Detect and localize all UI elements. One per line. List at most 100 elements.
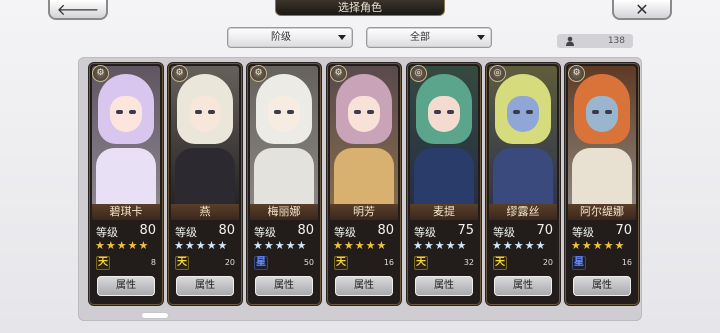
roster-counter: 138 [557,34,633,48]
star-rating: ★★★★★ [413,239,468,252]
rank-row: 天 20 [173,256,237,270]
shard-count: 50 [303,258,314,267]
portrait-eye [605,110,612,114]
portrait-body [96,148,156,204]
person-icon [566,36,574,46]
shard-count: 20 [224,258,235,267]
back-arrow-icon: 🡐 [56,0,100,19]
character-name: 明芳 [330,204,398,220]
character-name: 阿尔缇娜 [568,204,636,220]
portrait-eye [208,110,215,114]
portrait-body [572,148,632,204]
portrait-eye [195,110,202,114]
portrait-eye [274,110,281,114]
portrait-eye [592,110,599,114]
class-type-icon: ⚙ [330,65,347,82]
portrait-face [428,96,460,132]
portrait-face [586,96,618,132]
attributes-button[interactable]: 属性 [335,276,393,296]
attributes-button[interactable]: 属性 [415,276,473,296]
portrait-eye [287,110,294,114]
portrait-body [175,148,235,204]
portrait-eye [116,110,123,114]
attributes-button[interactable]: 属性 [255,276,313,296]
category-filter-label: 全部 [410,32,430,43]
character-card[interactable]: ◎ 麦提 等级 75 ★★★★★ 天 32 属性 [408,64,480,304]
chevron-down-icon [477,35,485,40]
shard-count: 16 [621,258,632,267]
level-row: 等级 80 [94,223,158,239]
class-type-icon: ⚙ [250,65,267,82]
star-rating: ★★★★★ [492,239,547,252]
rank-badge-icon: 天 [175,256,189,270]
page-title: 选择角色 [275,0,445,16]
star-rating: ★★★★★ [95,239,150,252]
character-name: 缪露丝 [489,204,557,220]
rank-badge-icon: 星 [572,256,586,270]
level-row: 等级 70 [570,223,634,239]
portrait-eye [434,110,441,114]
star-rating: ★★★★★ [253,239,308,252]
roster-count: 138 [607,36,625,46]
level-label: 等级 [572,226,594,239]
character-list: ⚙ 碧琪卡 等级 80 ★★★★★ 天 8 属性 ⚙ 燕 等级 80 ★★★★★… [90,64,650,312]
character-card[interactable]: ⚙ 碧琪卡 等级 80 ★★★★★ 天 8 属性 [90,64,162,304]
portrait-face [507,96,539,132]
rank-row: 天 20 [491,256,555,270]
level-value: 75 [457,223,474,238]
attributes-button[interactable]: 属性 [494,276,552,296]
character-card[interactable]: ⚙ 梅丽娜 等级 80 ★★★★★ 星 50 属性 [248,64,320,304]
rank-row: 天 8 [94,256,158,270]
portrait-body [414,148,474,204]
close-button[interactable]: ✕ [612,0,672,20]
rank-filter-label: 阶级 [271,32,291,43]
character-card[interactable]: ⚙ 阿尔缇娜 等级 70 ★★★★★ 星 16 属性 [566,64,638,304]
star-rating: ★★★★★ [333,239,388,252]
back-button[interactable]: 🡐 [48,0,108,20]
character-portrait [410,66,478,204]
rank-badge-icon: 天 [414,256,428,270]
portrait-eye [447,110,454,114]
attributes-button[interactable]: 属性 [97,276,155,296]
character-name: 梅丽娜 [250,204,318,220]
attributes-button[interactable]: 属性 [573,276,631,296]
rank-row: 天 16 [332,256,396,270]
rank-row: 星 50 [252,256,316,270]
portrait-body [493,148,553,204]
scroll-indicator[interactable] [142,313,168,318]
portrait-body [254,148,314,204]
character-name: 麦提 [410,204,478,220]
character-name: 燕 [171,204,239,220]
portrait-eye [367,110,374,114]
rank-badge-icon: 天 [96,256,110,270]
top-bar: 🡐 选择角色 ✕ [0,0,720,20]
portrait-eye [513,110,520,114]
attributes-button[interactable]: 属性 [176,276,234,296]
portrait-face [348,96,380,132]
level-value: 80 [297,223,314,238]
star-rating: ★★★★★ [174,239,229,252]
portrait-face [268,96,300,132]
character-card[interactable]: ⚙ 燕 等级 80 ★★★★★ 天 20 属性 [169,64,241,304]
category-filter-dropdown[interactable]: 全部 [366,27,492,48]
portrait-face [110,96,142,132]
class-type-icon: ◎ [410,65,427,82]
class-type-icon: ⚙ [568,65,585,82]
portrait-eye [526,110,533,114]
level-label: 等级 [175,226,197,239]
character-card[interactable]: ⚙ 明芳 等级 80 ★★★★★ 天 16 属性 [328,64,400,304]
character-card[interactable]: ◎ 缪露丝 等级 70 ★★★★★ 天 20 属性 [487,64,559,304]
rank-row: 天 32 [412,256,476,270]
level-row: 等级 80 [252,223,316,239]
shard-count: 16 [383,258,394,267]
rank-badge-icon: 星 [254,256,268,270]
rank-filter-dropdown[interactable]: 阶级 [227,27,353,48]
portrait-face [189,96,221,132]
chevron-down-icon [338,35,346,40]
level-value: 70 [536,223,553,238]
character-portrait [250,66,318,204]
character-portrait [568,66,636,204]
level-label: 等级 [493,226,515,239]
level-value: 80 [377,223,394,238]
level-value: 80 [139,223,156,238]
